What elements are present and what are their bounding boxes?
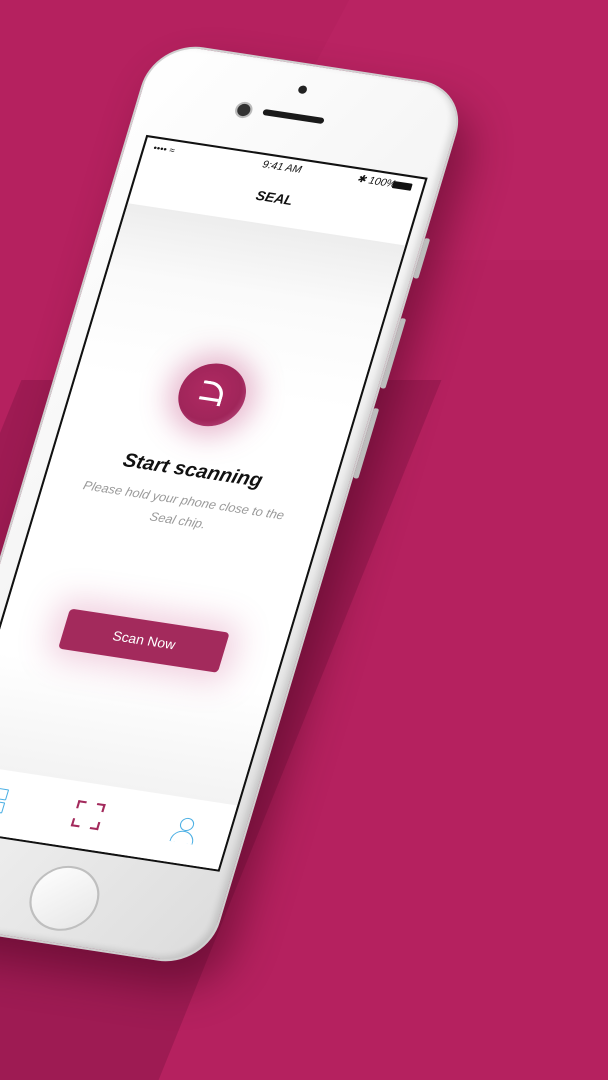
phone-mockup-wrapper: •••• ≈ 9:41 AM ✱ 100% SEAL Start scannin…: [0, 0, 608, 982]
grid-icon[interactable]: [0, 786, 11, 816]
user-icon[interactable]: [167, 815, 202, 845]
phone-device: •••• ≈ 9:41 AM ✱ 100% SEAL Start scannin…: [0, 40, 470, 968]
seal-glyph: [197, 380, 227, 407]
scan-now-button[interactable]: Scan Now: [58, 608, 230, 673]
seal-logo-icon: [170, 358, 254, 431]
battery-icon: [391, 180, 413, 191]
phone-screen: •••• ≈ 9:41 AM ✱ 100% SEAL Start scannin…: [0, 134, 428, 872]
user-body: [169, 829, 197, 845]
signal-icon: •••• ≈: [152, 142, 177, 156]
status-time: 9:41 AM: [260, 159, 303, 177]
scan-frame-icon[interactable]: [70, 800, 106, 831]
